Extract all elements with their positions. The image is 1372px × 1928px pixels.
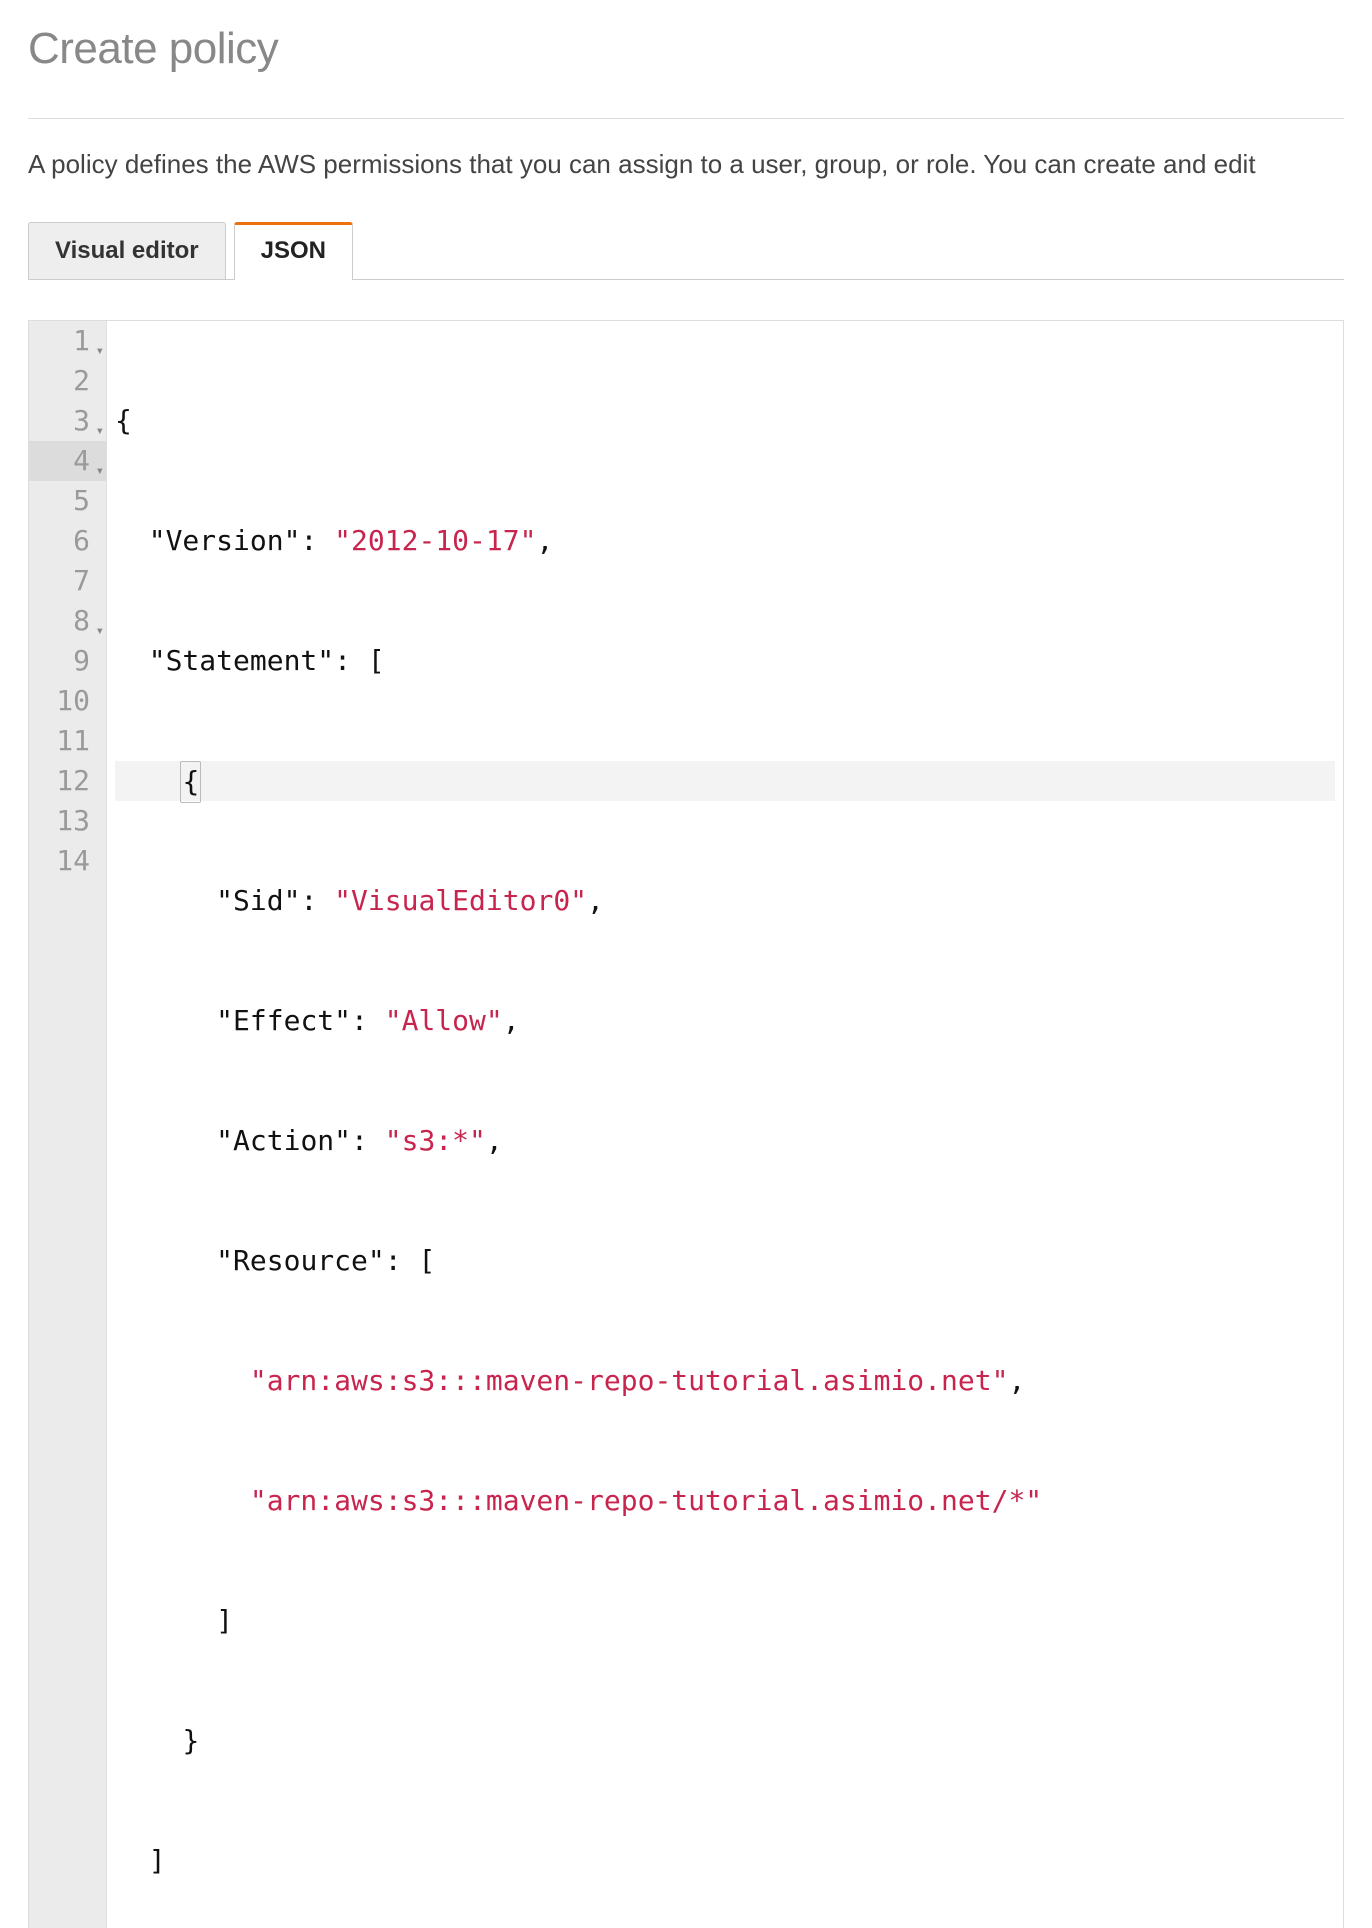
code-token: ] [216,1604,233,1637]
code-token: "VisualEditor0" [334,884,587,917]
line-number: 8 [29,601,106,641]
line-number: 2 [29,361,106,401]
policy-description: A policy defines the AWS permissions tha… [28,149,1344,180]
code-token: "Version" [149,524,301,557]
tab-json[interactable]: JSON [234,222,353,280]
code-token: : [ [334,644,385,677]
line-number: 11 [29,721,106,761]
code-token: "Resource" [216,1244,385,1277]
code-token: } [182,1724,199,1757]
editor-code[interactable]: { "Version": "2012-10-17", "Statement": … [107,321,1343,1928]
line-number: 6 [29,521,106,561]
code-token: "Sid" [216,884,300,917]
line-number: 4 [29,441,106,481]
code-token: "Effect" [216,1004,351,1037]
code-token: , [503,1004,520,1037]
code-token: "arn:aws:s3:::maven-repo-tutorial.asimio… [250,1484,1042,1517]
line-number: 14 [29,841,106,881]
line-number: 13 [29,801,106,841]
code-token: : [ [385,1244,436,1277]
code-token: : [351,1004,385,1037]
code-token: : [300,524,334,557]
page-title: Create policy [28,24,1344,74]
line-number: 5 [29,481,106,521]
line-number: 1 [29,321,106,361]
code-token: { [180,761,201,803]
code-token: , [587,884,604,917]
code-token: : [351,1124,385,1157]
code-token: "Action" [216,1124,351,1157]
line-number: 12 [29,761,106,801]
code-token: "s3:*" [385,1124,486,1157]
code-token: : [300,884,334,917]
editor-tabs: Visual editor JSON [28,222,1344,280]
line-number: 9 [29,641,106,681]
code-token: , [486,1124,503,1157]
editor-gutter: 1 2 3 4 5 6 7 8 9 10 11 12 13 14 [29,321,107,1928]
divider [28,118,1344,119]
code-token: "arn:aws:s3:::maven-repo-tutorial.asimio… [250,1364,1009,1397]
code-token: , [536,524,553,557]
code-token: { [115,404,132,437]
code-token: "Statement" [149,644,334,677]
code-token: , [1008,1364,1025,1397]
code-token: "Allow" [385,1004,503,1037]
line-number: 10 [29,681,106,721]
json-editor[interactable]: 1 2 3 4 5 6 7 8 9 10 11 12 13 14 { "Vers… [28,320,1344,1928]
tab-visual-editor[interactable]: Visual editor [28,222,226,279]
code-token: "2012-10-17" [334,524,536,557]
line-number: 3 [29,401,106,441]
code-token: ] [149,1844,166,1877]
line-number: 7 [29,561,106,601]
